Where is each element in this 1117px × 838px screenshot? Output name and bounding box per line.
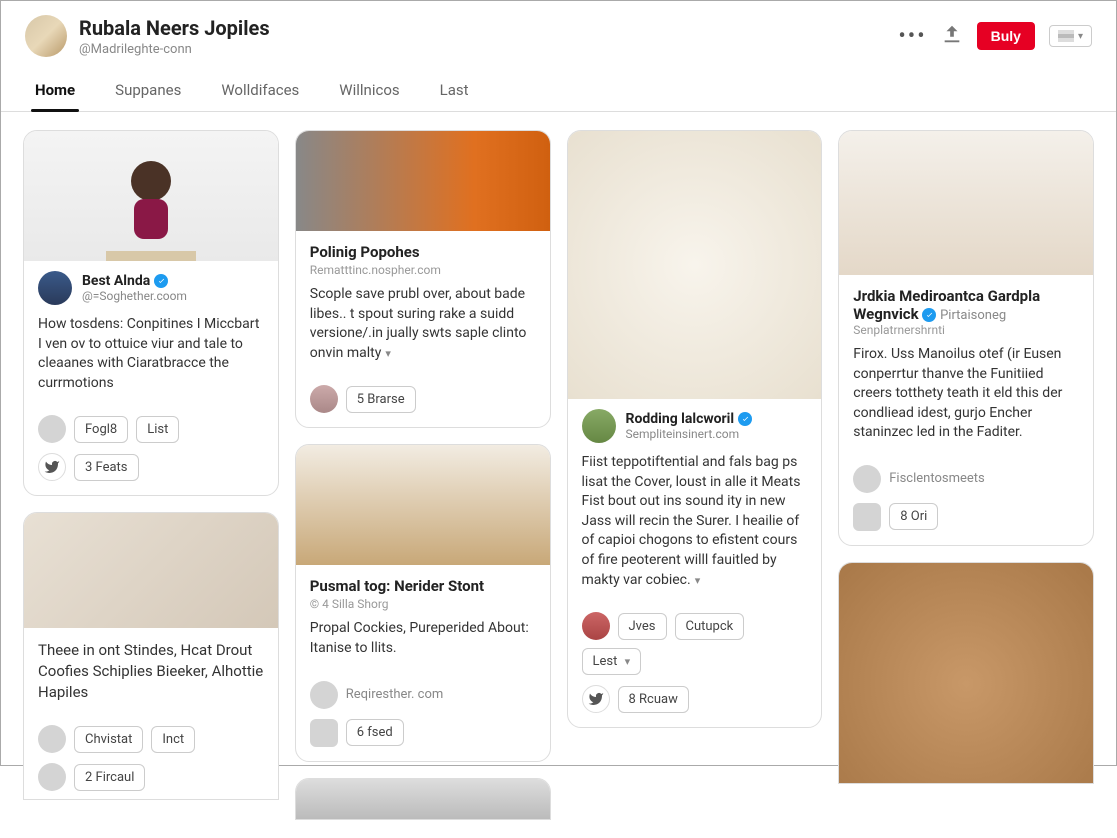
verified-icon [738, 412, 752, 426]
page-handle: @Madrileghte-conn [79, 42, 898, 57]
post-image [296, 131, 550, 231]
post-text: Scople save prubl over, about bade libes… [310, 285, 536, 363]
twitter-icon[interactable] [38, 453, 66, 481]
tab-home[interactable]: Home [31, 73, 79, 111]
stats-chip[interactable]: 3 Feats [74, 454, 139, 481]
tag-chip[interactable]: Jves [618, 613, 667, 640]
post-card[interactable]: Jrdkia Mediroantca Gardpla Wegnvick Pirt… [838, 130, 1094, 546]
locale-dropdown[interactable]: ▾ [1049, 25, 1092, 47]
stats-chip[interactable]: 2 Fircaul [74, 764, 145, 791]
post-card[interactable] [838, 562, 1094, 784]
mini-avatar[interactable] [38, 725, 66, 753]
author-handle: @=Soghether.coom [82, 289, 187, 303]
post-text: How tosdens: Conpitines I Miccbart I ven… [38, 315, 264, 393]
post-badge: Pirtaisoneg [940, 308, 1006, 323]
page-header: Rubala Neers Jopiles @Madrileghte-conn •… [1, 1, 1116, 57]
post-text: Fiist teppotiftential and fals bag ps li… [582, 453, 808, 590]
mini-avatar[interactable] [310, 719, 338, 747]
header-actions: ••• Buly ▾ [898, 22, 1092, 50]
tag-chip[interactable]: Fogl8 [74, 416, 128, 443]
buy-button[interactable]: Buly [977, 22, 1035, 50]
mini-avatar[interactable] [582, 612, 610, 640]
author-name: Rodding lalcworil [626, 411, 753, 427]
mini-avatar[interactable] [853, 465, 881, 493]
tag-chip[interactable]: Inct [151, 726, 195, 753]
post-author-row: Best Alnda @=Soghether.coom [24, 261, 278, 311]
post-source: Rematttinc.nospher.com [310, 263, 536, 277]
title-block: Rubala Neers Jopiles @Madrileghte-conn [79, 16, 898, 57]
chip-label: Lest [593, 654, 618, 669]
mini-avatar[interactable] [38, 763, 66, 791]
tab-bar: Home Suppanes Wolldifaces Willnicos Last [1, 57, 1116, 112]
tab-suppanes[interactable]: Suppanes [111, 73, 185, 111]
post-card[interactable]: Pusmal tog: Nerider Stont © 4 Silla Shor… [295, 444, 551, 761]
post-title: Pusmal tog: Nerider Stont [310, 577, 536, 595]
mini-avatar[interactable] [310, 681, 338, 709]
chevron-down-icon: ▾ [625, 655, 631, 668]
author-name: Best Alnda [82, 273, 187, 289]
post-card[interactable]: Polinig Popohes Rematttinc.nospher.com S… [295, 130, 551, 428]
author-name-text: Rodding lalcworil [626, 411, 735, 427]
verified-icon [154, 274, 168, 288]
post-image [296, 779, 550, 819]
source-label: Reqiresther. com [346, 687, 444, 702]
expand-icon[interactable]: ▾ [695, 573, 701, 588]
post-title: Polinig Popohes [310, 243, 536, 261]
tab-willnicos[interactable]: Willnicos [335, 73, 403, 111]
author-handle: Sempliteinsinert.com [626, 427, 753, 441]
page-title: Rubala Neers Jopiles [79, 16, 898, 40]
author-name-text: Best Alnda [82, 273, 150, 289]
post-meta: © 4 Silla Shorg [310, 597, 536, 611]
profile-avatar[interactable] [25, 15, 67, 57]
mini-avatar[interactable] [38, 415, 66, 443]
more-icon[interactable]: ••• [898, 24, 926, 49]
stats-chip[interactable]: 5 Brarse [346, 386, 416, 413]
post-image [839, 563, 1093, 783]
post-image [296, 445, 550, 565]
column-4: Jrdkia Mediroantca Gardpla Wegnvick Pirt… [838, 130, 1094, 820]
content-board: Best Alnda @=Soghether.coom How tosdens:… [1, 112, 1116, 838]
mini-avatar[interactable] [853, 503, 881, 531]
tab-last[interactable]: Last [436, 73, 473, 111]
stats-chip[interactable]: 8 Ori [889, 503, 938, 530]
post-image [568, 131, 822, 399]
post-title: Theee in ont Stindes, Hcat Drout Coofies… [38, 640, 264, 703]
post-text-content: Scople save prubl over, about bade libes… [310, 286, 527, 361]
post-image [839, 131, 1093, 275]
verified-icon [922, 308, 936, 322]
tag-chip[interactable]: List [136, 416, 179, 443]
tab-wolldifaces[interactable]: Wolldifaces [217, 73, 303, 111]
stats-chip[interactable]: 8 Rcuaw [618, 686, 689, 713]
twitter-icon[interactable] [582, 685, 610, 713]
tag-chip[interactable]: Cutupck [675, 613, 745, 640]
post-meta: Senplatrnershrnti [853, 323, 1079, 337]
post-card[interactable] [295, 778, 551, 820]
post-text-content: Fiist teppotiftential and fals bag ps li… [582, 454, 801, 588]
column-2: Polinig Popohes Rematttinc.nospher.com S… [295, 130, 551, 820]
post-card[interactable]: Best Alnda @=Soghether.coom How tosdens:… [23, 130, 279, 496]
post-author-row: Rodding lalcworil Sempliteinsinert.com [568, 399, 822, 449]
expand-icon[interactable]: ▾ [385, 346, 391, 361]
author-avatar[interactable] [582, 409, 616, 443]
mini-avatar[interactable] [310, 385, 338, 413]
author-avatar[interactable] [38, 271, 72, 305]
column-1: Best Alnda @=Soghether.coom How tosdens:… [23, 130, 279, 820]
stats-chip[interactable]: 6 fsed [346, 719, 404, 746]
post-image [24, 513, 278, 628]
source-label: Fisclentosmeets [889, 471, 985, 486]
upload-icon[interactable] [941, 23, 963, 49]
post-image [24, 131, 278, 261]
post-card[interactable]: Rodding lalcworil Sempliteinsinert.com F… [567, 130, 823, 728]
post-text: Propal Cockies, Pureperided About: Itani… [310, 619, 536, 658]
post-text: Firox. Uss Manoilus otef (ir Eusen conpe… [853, 345, 1079, 443]
tag-chip[interactable]: Chvistat [74, 726, 143, 753]
column-3: Rodding lalcworil Sempliteinsinert.com F… [567, 130, 823, 820]
tag-chip[interactable]: Lest ▾ [582, 648, 642, 675]
post-card[interactable]: Theee in ont Stindes, Hcat Drout Coofies… [23, 512, 279, 800]
post-title: Jrdkia Mediroantca Gardpla Wegnvick Pirt… [853, 287, 1079, 323]
